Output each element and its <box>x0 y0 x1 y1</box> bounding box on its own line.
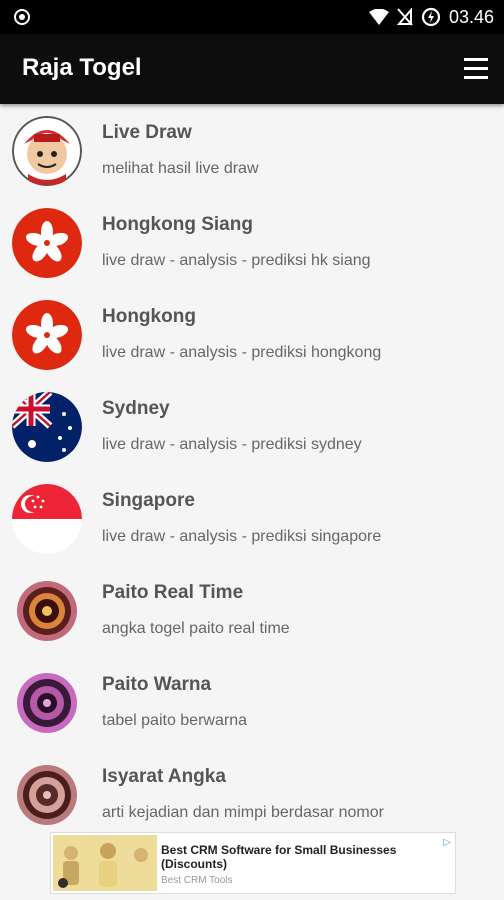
mandala-icon <box>12 668 82 738</box>
item-subtitle: arti kejadian dan mimpi berdasar nomor <box>102 804 384 821</box>
ad-image <box>53 835 157 891</box>
no-signal-icon <box>396 8 413 26</box>
list-item-paito-real-time[interactable]: Paito Real Time angka togel paito real t… <box>0 564 504 656</box>
list-item-paito-warna[interactable]: Paito Warna tabel paito berwarna <box>0 656 504 748</box>
notification-icon <box>14 9 30 25</box>
australia-flag-icon <box>12 392 82 462</box>
menu-icon[interactable] <box>464 58 488 80</box>
item-title: Paito Warna <box>102 674 212 695</box>
item-title: Sydney <box>102 398 170 419</box>
live-draw-icon <box>12 116 82 186</box>
item-title: Paito Real Time <box>102 582 244 603</box>
item-subtitle: live draw - analysis - prediksi hk siang <box>102 252 371 269</box>
item-title: Singapore <box>102 490 195 511</box>
item-subtitle: live draw - analysis - prediksi hongkong <box>102 344 382 361</box>
list-item-hongkong[interactable]: Hongkong live draw - analysis - prediksi… <box>0 288 504 380</box>
list-item-sydney[interactable]: Sydney live draw - analysis - prediksi s… <box>0 380 504 472</box>
singapore-flag-icon <box>12 484 82 554</box>
item-subtitle: tabel paito berwarna <box>102 712 247 729</box>
list-item-hongkong-siang[interactable]: Hongkong Siang live draw - analysis - pr… <box>0 196 504 288</box>
item-title: Isyarat Angka <box>102 766 226 787</box>
clock: 03.46 <box>448 6 494 27</box>
list-item-live-draw[interactable]: Live Draw melihat hasil live draw <box>0 104 504 196</box>
list-item-singapore[interactable]: Singapore live draw - analysis - prediks… <box>0 472 504 564</box>
wifi-icon <box>368 9 389 25</box>
battery-icon <box>421 7 441 27</box>
list-item-isyarat-angka[interactable]: Isyarat Angka arti kejadian dan mimpi be… <box>0 748 504 840</box>
ad-source: Best CRM Tools <box>161 875 233 886</box>
status-bar: 03.46 <box>0 0 504 34</box>
item-subtitle: live draw - analysis - prediksi sydney <box>102 436 362 453</box>
item-title: Live Draw <box>102 122 192 143</box>
ad-title: Best CRM Software for Small Businesses (… <box>161 843 397 871</box>
mandala-icon <box>12 576 82 646</box>
menu-list: Live Draw melihat hasil live draw Hongko… <box>0 104 504 840</box>
item-subtitle: melihat hasil live draw <box>102 160 259 177</box>
item-title: Hongkong <box>102 306 196 327</box>
app-bar: Raja Togel <box>0 34 504 104</box>
hongkong-flag-icon <box>12 208 82 278</box>
app-title: Raja Togel <box>22 54 142 81</box>
hongkong-flag-icon <box>12 300 82 370</box>
item-title: Hongkong Siang <box>102 214 253 235</box>
item-subtitle: live draw - analysis - prediksi singapor… <box>102 528 382 545</box>
mandala-icon <box>12 760 82 830</box>
ad-banner[interactable]: Best CRM Software for Small Businesses (… <box>50 832 456 894</box>
item-subtitle: angka togel paito real time <box>102 620 290 637</box>
ad-choices-icon[interactable]: ▷ <box>443 837 451 848</box>
